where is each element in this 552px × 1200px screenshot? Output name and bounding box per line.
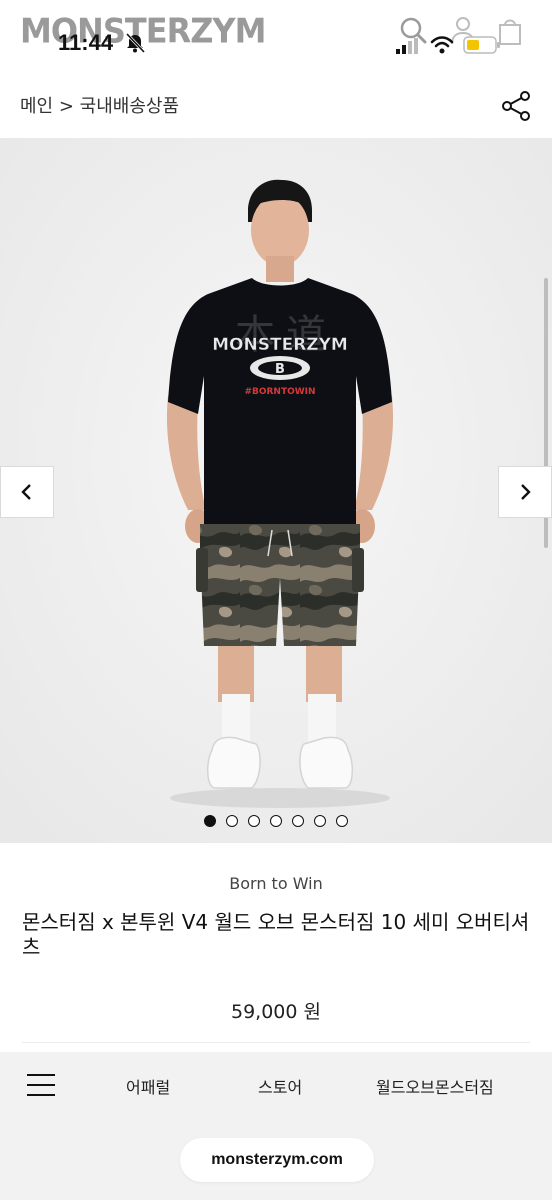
product-image-gallery[interactable]: 本 道 MONSTERZYM B #BORNTOWIN — [0, 138, 552, 843]
gallery-pagination — [0, 815, 552, 833]
pagination-dot[interactable] — [248, 815, 260, 827]
share-icon[interactable] — [500, 90, 532, 122]
product-brand[interactable]: Born to Win — [0, 874, 552, 893]
tshirt-print-tagline: #BORNTOWIN — [244, 387, 315, 397]
next-image-button[interactable] — [498, 466, 552, 518]
product-title: 몬스터짐 x 본투윈 V4 월드 오브 몬스터짐 10 세미 오버티셔츠 — [22, 910, 530, 959]
chevron-left-icon — [21, 484, 31, 500]
tshirt-print-badge: B — [275, 362, 285, 377]
divider — [22, 1042, 530, 1043]
breadcrumb[interactable]: 메인 > 국내배송상품 — [20, 92, 179, 118]
pagination-dot[interactable] — [336, 815, 348, 827]
pagination-dot[interactable] — [204, 815, 216, 827]
wifi-icon — [430, 36, 454, 54]
product-price: 59,000 원 — [230, 1001, 321, 1023]
cellular-signal-icon — [396, 38, 418, 54]
pagination-dot[interactable] — [270, 815, 282, 827]
battery-icon — [463, 36, 500, 54]
status-bar: MONSTERZYM 11:44 — [0, 0, 552, 70]
tshirt-print-logo: MONSTERZYM — [212, 335, 348, 355]
pagination-dot[interactable] — [292, 815, 304, 827]
bottom-navigation: 어패럴 스토어 월드오브몬스터짐 monsterzym.com — [0, 1052, 552, 1200]
browser-url-bar[interactable]: monsterzym.com — [180, 1138, 374, 1182]
shopping-bag-icon[interactable] — [498, 16, 522, 46]
nav-apparel[interactable]: 어패럴 — [126, 1074, 170, 1098]
bell-off-icon — [125, 33, 146, 53]
hamburger-menu-icon[interactable] — [26, 1072, 56, 1098]
nav-world-of-monsterzym[interactable]: 월드오브몬스터짐 — [376, 1074, 494, 1098]
previous-image-button[interactable] — [0, 466, 54, 518]
nav-store[interactable]: 스토어 — [258, 1074, 302, 1098]
product-photo: 本 道 MONSTERZYM B #BORNTOWIN — [0, 138, 552, 843]
chevron-right-icon — [521, 484, 531, 500]
status-time: 11:44 — [58, 30, 114, 55]
pagination-dot[interactable] — [314, 815, 326, 827]
breadcrumb-row: 메인 > 국내배송상품 — [0, 80, 552, 132]
pagination-dot[interactable] — [226, 815, 238, 827]
